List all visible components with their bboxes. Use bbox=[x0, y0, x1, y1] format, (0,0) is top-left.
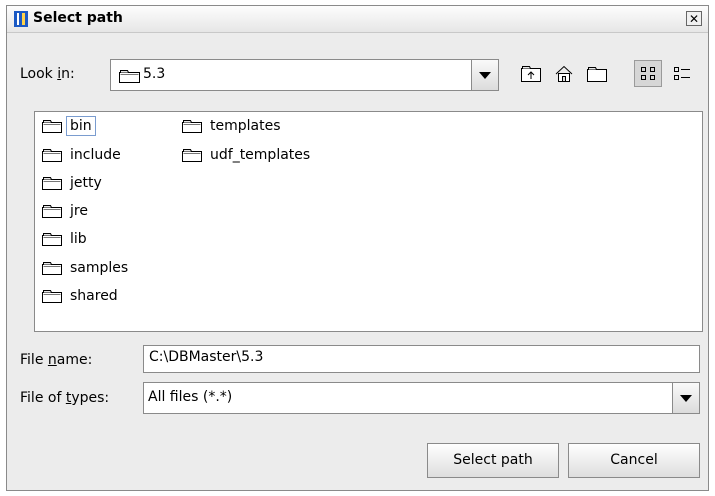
file-name: bin bbox=[66, 116, 96, 136]
list-view-button[interactable] bbox=[634, 60, 662, 87]
file-name: samples bbox=[70, 260, 129, 276]
select-path-button[interactable]: Select path bbox=[427, 443, 559, 478]
look-in-value: 5.3 bbox=[143, 66, 166, 82]
list-item[interactable]: bin bbox=[42, 115, 96, 137]
file-types-combobox[interactable]: All files (*.*) bbox=[143, 382, 700, 414]
list-item[interactable]: shared bbox=[42, 285, 121, 307]
close-icon: ✕ bbox=[688, 12, 700, 26]
home-button[interactable] bbox=[549, 60, 577, 87]
folder-icon bbox=[42, 120, 62, 133]
look-in-dropdown-arrow[interactable] bbox=[471, 60, 498, 90]
file-name: jetty bbox=[70, 175, 102, 191]
folder-icon bbox=[42, 205, 62, 218]
list-item[interactable]: templates bbox=[182, 115, 284, 137]
folder-icon bbox=[119, 70, 140, 83]
file-name-label: File name: bbox=[20, 352, 93, 368]
new-folder-icon bbox=[587, 67, 607, 82]
file-name: include bbox=[70, 147, 121, 163]
details-view-icon bbox=[674, 67, 690, 80]
app-icon bbox=[14, 11, 28, 27]
list-view-icon bbox=[641, 67, 655, 80]
folder-icon bbox=[42, 149, 62, 162]
folder-icon bbox=[182, 120, 202, 133]
title-bar[interactable]: Select path ✕ bbox=[7, 6, 708, 33]
details-view-button[interactable] bbox=[667, 60, 695, 87]
file-types-dropdown-arrow[interactable] bbox=[672, 383, 699, 413]
folder-icon bbox=[42, 262, 62, 275]
file-name: templates bbox=[210, 118, 281, 134]
folder-icon bbox=[182, 149, 202, 162]
list-item[interactable]: include bbox=[42, 144, 124, 166]
file-list[interactable]: bin include jetty jre lib samples shared bbox=[34, 111, 703, 332]
folder-icon bbox=[42, 290, 62, 303]
file-name: udf_templates bbox=[210, 147, 311, 163]
file-name: lib bbox=[70, 231, 87, 247]
list-item[interactable]: jetty bbox=[42, 172, 105, 194]
window-title: Select path bbox=[33, 10, 123, 26]
look-in-combobox[interactable]: 5.3 bbox=[110, 59, 499, 91]
list-item[interactable]: samples bbox=[42, 257, 131, 279]
new-folder-button[interactable] bbox=[582, 60, 610, 87]
folder-icon bbox=[42, 177, 62, 190]
list-item[interactable]: lib bbox=[42, 228, 90, 250]
cancel-button[interactable]: Cancel bbox=[568, 443, 700, 478]
up-one-level-button[interactable] bbox=[516, 60, 544, 87]
folder-icon bbox=[42, 233, 62, 246]
home-icon bbox=[555, 65, 573, 82]
select-path-dialog: Select path ✕ Look in: 5.3 bin include j… bbox=[6, 5, 709, 491]
list-item[interactable]: jre bbox=[42, 200, 91, 222]
file-name: shared bbox=[70, 288, 118, 304]
up-one-level-icon bbox=[521, 66, 541, 82]
list-item[interactable]: udf_templates bbox=[182, 144, 313, 166]
look-in-label: Look in: bbox=[20, 66, 75, 82]
close-button[interactable]: ✕ bbox=[686, 11, 702, 26]
file-types-label: File of types: bbox=[20, 390, 110, 406]
file-types-value: All files (*.*) bbox=[148, 389, 233, 405]
file-name: jre bbox=[70, 203, 88, 219]
file-name-input[interactable]: C:\DBMaster\5.3 bbox=[143, 345, 700, 373]
